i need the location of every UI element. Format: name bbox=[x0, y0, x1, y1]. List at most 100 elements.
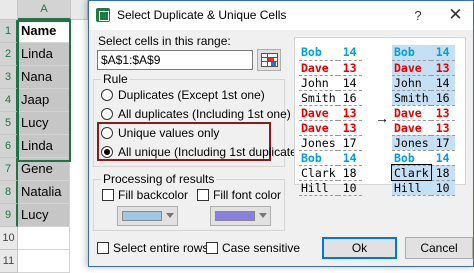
preview-value-cell: 13 bbox=[430, 105, 455, 121]
row-header[interactable]: 2 bbox=[0, 43, 18, 66]
row-header[interactable]: 6 bbox=[0, 135, 18, 158]
preview-value-cell: 14 bbox=[337, 45, 362, 61]
row-header[interactable]: 3 bbox=[0, 66, 18, 89]
radio-label-duplicates-except-first: Duplicates (Except 1st one) bbox=[118, 88, 265, 102]
radio-all-duplicates[interactable] bbox=[101, 108, 113, 120]
radio-duplicates-except-first[interactable] bbox=[101, 89, 113, 101]
row-header[interactable]: 7 bbox=[0, 158, 18, 181]
select-entire-rows-checkbox[interactable] bbox=[97, 242, 109, 254]
cell[interactable] bbox=[18, 227, 70, 250]
row-header[interactable]: 11 bbox=[0, 250, 18, 273]
preview-row: Dave 13 bbox=[299, 105, 362, 121]
column-header-a[interactable]: A bbox=[18, 0, 71, 20]
preview-row: John 14 bbox=[299, 75, 362, 91]
help-button[interactable]: ? bbox=[398, 1, 438, 30]
preview-value-cell: 10 bbox=[430, 180, 455, 196]
select-duplicate-unique-dialog: Select Duplicate & Unique Cells ? ✕ Sele… bbox=[88, 0, 474, 267]
preview-row: Hill 10 bbox=[299, 180, 362, 196]
preview-value-cell: 18 bbox=[337, 165, 362, 181]
preview-value-cell: 18 bbox=[430, 165, 455, 181]
preview-value-cell: 16 bbox=[337, 90, 362, 106]
cell[interactable]: Nana bbox=[18, 66, 70, 89]
preview-name-cell: Dave bbox=[299, 105, 338, 121]
row-header[interactable]: 10 bbox=[0, 227, 18, 250]
preview-row: Dave 13 bbox=[392, 120, 455, 136]
cell[interactable]: Linda bbox=[18, 43, 70, 66]
header-cell[interactable]: Name bbox=[18, 20, 70, 43]
preview-before-table: Bob 14 Dave 13 John 14 Smith 16 Dave 13 Dave 13 Jone… bbox=[299, 45, 362, 196]
preview-name-cell: Bob bbox=[392, 150, 431, 166]
title-bar[interactable]: Select Duplicate & Unique Cells ? ✕ bbox=[89, 1, 473, 30]
preview-value-cell: 10 bbox=[337, 180, 362, 196]
preview-value-cell: 14 bbox=[430, 150, 455, 166]
processing-group-title: Processing of results bbox=[101, 172, 217, 186]
preview-name-cell: Bob bbox=[299, 150, 338, 166]
chevron-down-icon bbox=[259, 213, 267, 218]
preview-value-cell: 14 bbox=[430, 75, 455, 91]
font-color-dropdown[interactable] bbox=[210, 206, 271, 226]
case-sensitive-checkbox[interactable] bbox=[206, 242, 218, 254]
preview-value-cell: 13 bbox=[337, 120, 362, 136]
preview-row: Jones 17 bbox=[392, 135, 455, 151]
preview-value-cell: 13 bbox=[337, 105, 362, 121]
radio-all-unique[interactable] bbox=[101, 146, 113, 158]
row-header[interactable]: 8 bbox=[0, 181, 18, 204]
radio-unique-values-only[interactable] bbox=[101, 127, 113, 139]
close-button[interactable]: ✕ bbox=[438, 1, 473, 30]
preview-row: Jones 17 bbox=[299, 135, 362, 151]
preview-name-cell: Hill bbox=[299, 180, 338, 196]
cell[interactable]: Jaap bbox=[18, 89, 70, 112]
preview-row: John 14 bbox=[392, 75, 455, 91]
preview-row: Smith 16 bbox=[392, 90, 455, 106]
preview-value-cell: 14 bbox=[430, 45, 455, 61]
preview-row: Dave 13 bbox=[392, 105, 455, 121]
select-entire-rows-label: Select entire rows bbox=[113, 241, 209, 255]
preview-value-cell: 13 bbox=[430, 120, 455, 136]
range-select-button[interactable] bbox=[257, 49, 281, 71]
preview-name-cell: Dave bbox=[299, 60, 338, 76]
cell[interactable]: Gene bbox=[18, 158, 70, 181]
cell[interactable]: Lucy bbox=[18, 204, 70, 227]
cell[interactable]: Linda bbox=[18, 135, 70, 158]
cell[interactable]: Lucy bbox=[18, 112, 70, 135]
rule-group-title: Rule bbox=[101, 72, 130, 86]
select-all-corner[interactable] bbox=[0, 0, 18, 20]
radio-label-unique-values-only: Unique values only bbox=[118, 126, 220, 140]
preview-row: Hill 10 bbox=[392, 180, 455, 196]
preview-name-cell: Jones bbox=[299, 135, 338, 151]
fill-backcolor-checkbox[interactable] bbox=[102, 189, 114, 201]
dialog-title: Select Duplicate & Unique Cells bbox=[117, 8, 287, 22]
preview-value-cell: 14 bbox=[337, 150, 362, 166]
preview-name-cell: Hill bbox=[392, 180, 431, 196]
cell[interactable]: Natalia bbox=[18, 181, 70, 204]
preview-name-cell: Bob bbox=[299, 45, 338, 61]
ok-button[interactable]: Ok bbox=[322, 237, 397, 259]
fill-backcolor-label: Fill backcolor bbox=[118, 188, 189, 202]
range-input[interactable]: $A$1:$A$9 bbox=[97, 50, 253, 70]
row-header[interactable]: 1 bbox=[0, 20, 18, 43]
fill-font-color-checkbox[interactable] bbox=[197, 189, 209, 201]
case-sensitive-label: Case sensitive bbox=[222, 241, 301, 255]
preview-row: Bob 14 bbox=[392, 45, 455, 61]
column-header-b[interactable] bbox=[71, 0, 88, 20]
chevron-down-icon bbox=[166, 213, 174, 218]
row-header[interactable]: 5 bbox=[0, 112, 18, 135]
backcolor-dropdown[interactable] bbox=[117, 206, 178, 226]
preview-name-cell: John bbox=[392, 75, 431, 91]
cancel-button[interactable]: Cancel bbox=[405, 237, 473, 259]
radio-label-all-duplicates: All duplicates (Including 1st one) bbox=[118, 107, 291, 121]
preview-name-cell: John bbox=[299, 75, 338, 91]
preview-name-cell: Smith bbox=[299, 90, 338, 106]
range-picker-icon bbox=[261, 53, 278, 67]
backcolor-swatch bbox=[122, 211, 162, 221]
cell[interactable] bbox=[18, 250, 70, 273]
preview-name-cell: Clark bbox=[299, 165, 338, 181]
font-color-swatch bbox=[215, 211, 255, 221]
preview-name-cell: Dave bbox=[299, 120, 338, 136]
row-header[interactable]: 9 bbox=[0, 204, 18, 227]
example-preview: Bob 14 Dave 13 John 14 Smith 16 Dave 13 Dave 13 Jone… bbox=[294, 37, 466, 196]
right-arrow-icon: → bbox=[375, 110, 389, 126]
row-header[interactable]: 4 bbox=[0, 89, 18, 112]
preview-value-cell: 17 bbox=[430, 135, 455, 151]
preview-value-cell: 13 bbox=[430, 60, 455, 76]
